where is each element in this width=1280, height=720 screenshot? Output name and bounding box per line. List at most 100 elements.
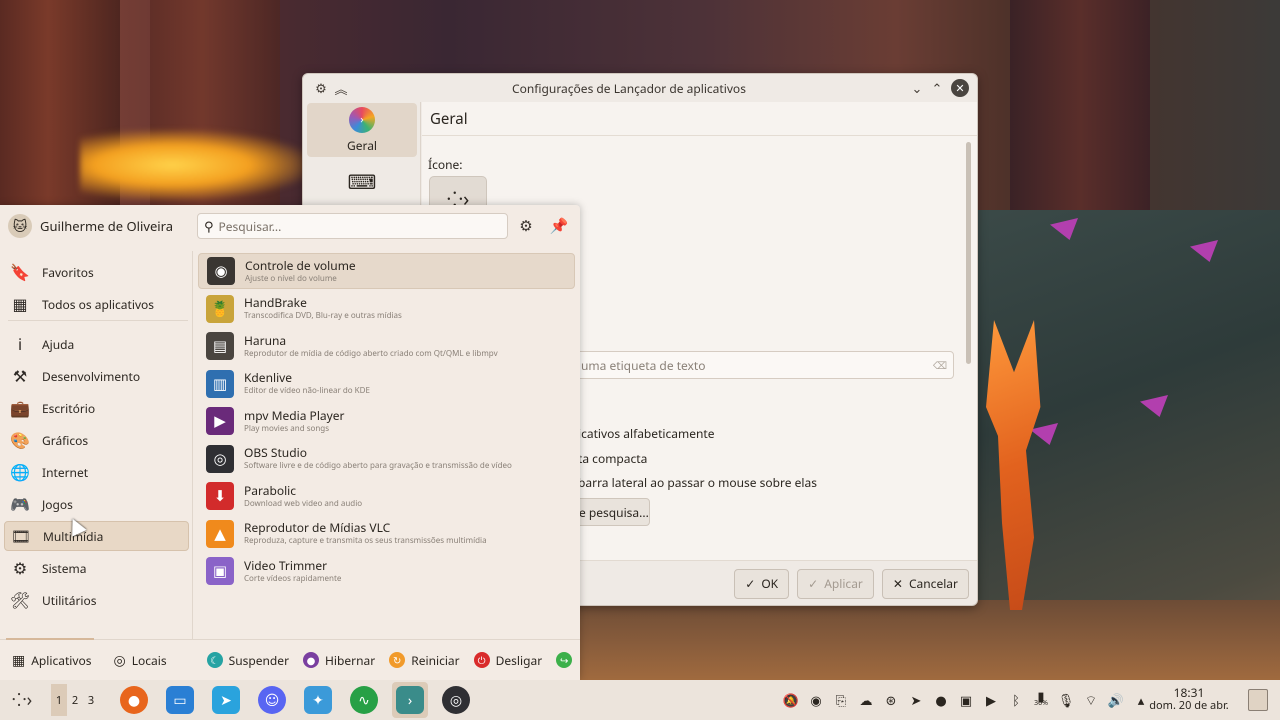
option-hover-sidebar[interactable]: barra lateral ao passar o mouse sobre el… bbox=[578, 474, 817, 491]
search-config-button[interactable]: e pesquisa... bbox=[572, 498, 650, 526]
desktop-1[interactable]: 1 bbox=[51, 684, 67, 716]
show-desktop-button[interactable] bbox=[1248, 689, 1268, 711]
avatar[interactable]: 🐱 bbox=[8, 214, 32, 238]
device-icon[interactable]: ▣ bbox=[957, 691, 975, 709]
discord-icon: ☺ bbox=[258, 686, 286, 714]
app-name: Parabolic bbox=[244, 481, 297, 499]
grid-icon: ▦ bbox=[12, 293, 28, 315]
task-files[interactable]: ▭ bbox=[162, 682, 198, 718]
category-info[interactable]: ℹ Ajuda bbox=[4, 329, 189, 359]
record-icon[interactable]: ● bbox=[932, 691, 950, 709]
suspend-button[interactable]: ☾ Suspender bbox=[206, 648, 289, 672]
settings-icon[interactable]: ⚙ bbox=[517, 216, 535, 236]
category-briefcase[interactable]: 💼 Escritório bbox=[4, 393, 189, 423]
list-item[interactable]: ◎ OBS Studio Software livre e de código ab… bbox=[198, 441, 575, 477]
category-grid[interactable]: ▦ Todos os aplicativos bbox=[4, 289, 189, 319]
option-compact[interactable]: ta compacta bbox=[578, 450, 647, 467]
task-kdeconnect[interactable]: ✦ bbox=[300, 682, 336, 718]
ok-button[interactable]: ✓ OK bbox=[734, 568, 790, 599]
category-film[interactable]: 🎞 Multimídia bbox=[4, 521, 189, 551]
keep-above-icon[interactable]: ︽ bbox=[331, 78, 351, 98]
grid-icon: ▦ bbox=[12, 650, 26, 670]
task-firefox[interactable]: ● bbox=[116, 682, 152, 718]
list-item[interactable]: ◉ Controle de volume Ajuste o nível do vol… bbox=[198, 253, 575, 289]
digital-clock[interactable]: 18:31 dom. 20 de abr. bbox=[1142, 686, 1236, 712]
clock-date: dom. 20 de abr. bbox=[1149, 698, 1229, 713]
bluetooth-icon[interactable]: ᛒ bbox=[1007, 691, 1025, 709]
clear-icon[interactable]: ⌫ bbox=[933, 358, 947, 372]
category-globe[interactable]: 🌐 Internet bbox=[4, 457, 189, 487]
user-name: Guilherme de Oliveira bbox=[40, 217, 174, 235]
obs-icon: ◎ bbox=[442, 686, 470, 714]
microphone-icon[interactable]: 🎙 bbox=[1057, 691, 1075, 709]
hibernate-button[interactable]: ● Hibernar bbox=[303, 648, 375, 672]
search-box[interactable]: ⚲ bbox=[197, 213, 508, 239]
category-gamepad[interactable]: 🎮 Jogos bbox=[4, 489, 189, 519]
cancel-button[interactable]: ✕ Cancelar bbox=[881, 568, 969, 599]
media-icon[interactable]: ▶ bbox=[982, 691, 1000, 709]
list-item[interactable]: ▣ Video Trimmer Corte vídeos rapidamente bbox=[198, 553, 575, 589]
steam-icon[interactable]: ⊛ bbox=[882, 691, 900, 709]
task-obs[interactable]: ◎ bbox=[438, 682, 474, 718]
telegram-icon: ➤ bbox=[212, 686, 240, 714]
discord-tray-icon[interactable]: ◉ bbox=[807, 691, 825, 709]
battery-icon[interactable]: ▮ 36% bbox=[1032, 690, 1050, 709]
tab-places[interactable]: ◎ Locais bbox=[114, 648, 167, 672]
task-discord[interactable]: ☺ bbox=[254, 682, 290, 718]
app-name: Video Trimmer bbox=[244, 556, 328, 574]
text-label-input[interactable]: uma etiqueta de texto ⌫ bbox=[572, 351, 954, 379]
shutdown-button[interactable]: ⏻ Desligar bbox=[473, 648, 542, 672]
list-item[interactable]: ⬇ Parabolic Download web video and audio bbox=[198, 478, 575, 514]
cloud-icon[interactable]: ☁ bbox=[857, 691, 875, 709]
minimize-icon[interactable]: ⌄ bbox=[907, 78, 927, 98]
category-tools[interactable]: 🛠 Utilitários bbox=[4, 585, 189, 615]
option-sort-alpha[interactable]: icativos alfabeticamente bbox=[578, 425, 715, 442]
gamepad-icon: 🎮 bbox=[10, 493, 30, 515]
desktop-3[interactable]: 3 bbox=[83, 684, 99, 716]
category-palette[interactable]: 🎨 Gráficos bbox=[4, 425, 189, 455]
tab-applications[interactable]: ▦ Aplicativos bbox=[12, 648, 92, 672]
desktop-2[interactable]: 2 bbox=[67, 684, 83, 716]
restart-button[interactable]: ↻ Reiniciar bbox=[389, 648, 460, 672]
category-bookmark[interactable]: 🔖 Favoritos bbox=[4, 257, 189, 287]
mpv-icon: ▶ bbox=[206, 407, 234, 435]
dialog-title: Configurações de Lançador de aplicativos bbox=[512, 79, 746, 97]
search-input[interactable] bbox=[218, 217, 479, 235]
scrollbar[interactable] bbox=[966, 142, 971, 364]
category-gear[interactable]: ⚙ Sistema bbox=[4, 553, 189, 583]
clipboard-icon[interactable]: ⎘ bbox=[832, 691, 850, 709]
sidebar-item-shortcuts[interactable]: ⌨ bbox=[307, 162, 417, 208]
list-item[interactable]: ▲ Reprodutor de Mídias VLC Reproduza, capt… bbox=[198, 516, 575, 552]
system-monitor-icon: ∿ bbox=[350, 686, 378, 714]
volume-icon[interactable]: 🔊 bbox=[1107, 691, 1125, 709]
list-item[interactable]: 🍍 HandBrake Transcodifica DVD, Blu-ray e o… bbox=[198, 291, 575, 327]
obs-icon: ◎ bbox=[206, 444, 234, 473]
icon-label: Ícone: bbox=[428, 156, 463, 173]
list-item[interactable]: ▶ mpv Media Player Play movies and songs bbox=[198, 403, 575, 439]
wifi-icon[interactable]: ⌔ bbox=[1082, 691, 1100, 709]
task-kde-launcher[interactable]: › bbox=[392, 682, 428, 718]
close-icon[interactable]: ✕ bbox=[951, 79, 969, 97]
logout-button[interactable]: ↪ bbox=[556, 648, 573, 672]
app-description: Play movies and songs bbox=[244, 422, 330, 434]
maximize-icon[interactable]: ⌃ bbox=[927, 78, 947, 98]
task-telegram[interactable]: ➤ bbox=[208, 682, 244, 718]
sidebar-item-general[interactable]: › Geral bbox=[307, 103, 417, 157]
app-description: Editor de vídeo não-linear do KDE bbox=[244, 385, 370, 396]
telegram-tray-icon[interactable]: ➤ bbox=[907, 691, 925, 709]
compass-icon: ◎ bbox=[113, 650, 126, 670]
category-label: Sistema bbox=[42, 559, 87, 577]
notifications-off-icon[interactable]: 🔕 bbox=[782, 691, 800, 709]
virtual-desktop-pager[interactable]: 1 2 3 bbox=[51, 684, 99, 716]
category-label: Favoritos bbox=[42, 263, 94, 281]
list-item[interactable]: ▥ Kdenlive Editor de vídeo não-linear do K… bbox=[198, 366, 575, 402]
task-system-monitor[interactable]: ∿ bbox=[346, 682, 382, 718]
apply-button[interactable]: ✓ Aplicar bbox=[797, 568, 874, 599]
category-dev[interactable]: ⚒ Desenvolvimento bbox=[4, 361, 189, 391]
list-item[interactable]: ▤ Haruna Reprodutor de mídia de código abe… bbox=[198, 328, 575, 364]
gear-icon[interactable]: ⚙ bbox=[311, 78, 331, 98]
pin-icon[interactable]: 📌 bbox=[550, 216, 569, 236]
launcher-button[interactable]: ⁘› bbox=[4, 682, 40, 718]
kdeconnect-icon: ✦ bbox=[304, 686, 332, 714]
kdenlive-icon: ▥ bbox=[206, 369, 234, 398]
